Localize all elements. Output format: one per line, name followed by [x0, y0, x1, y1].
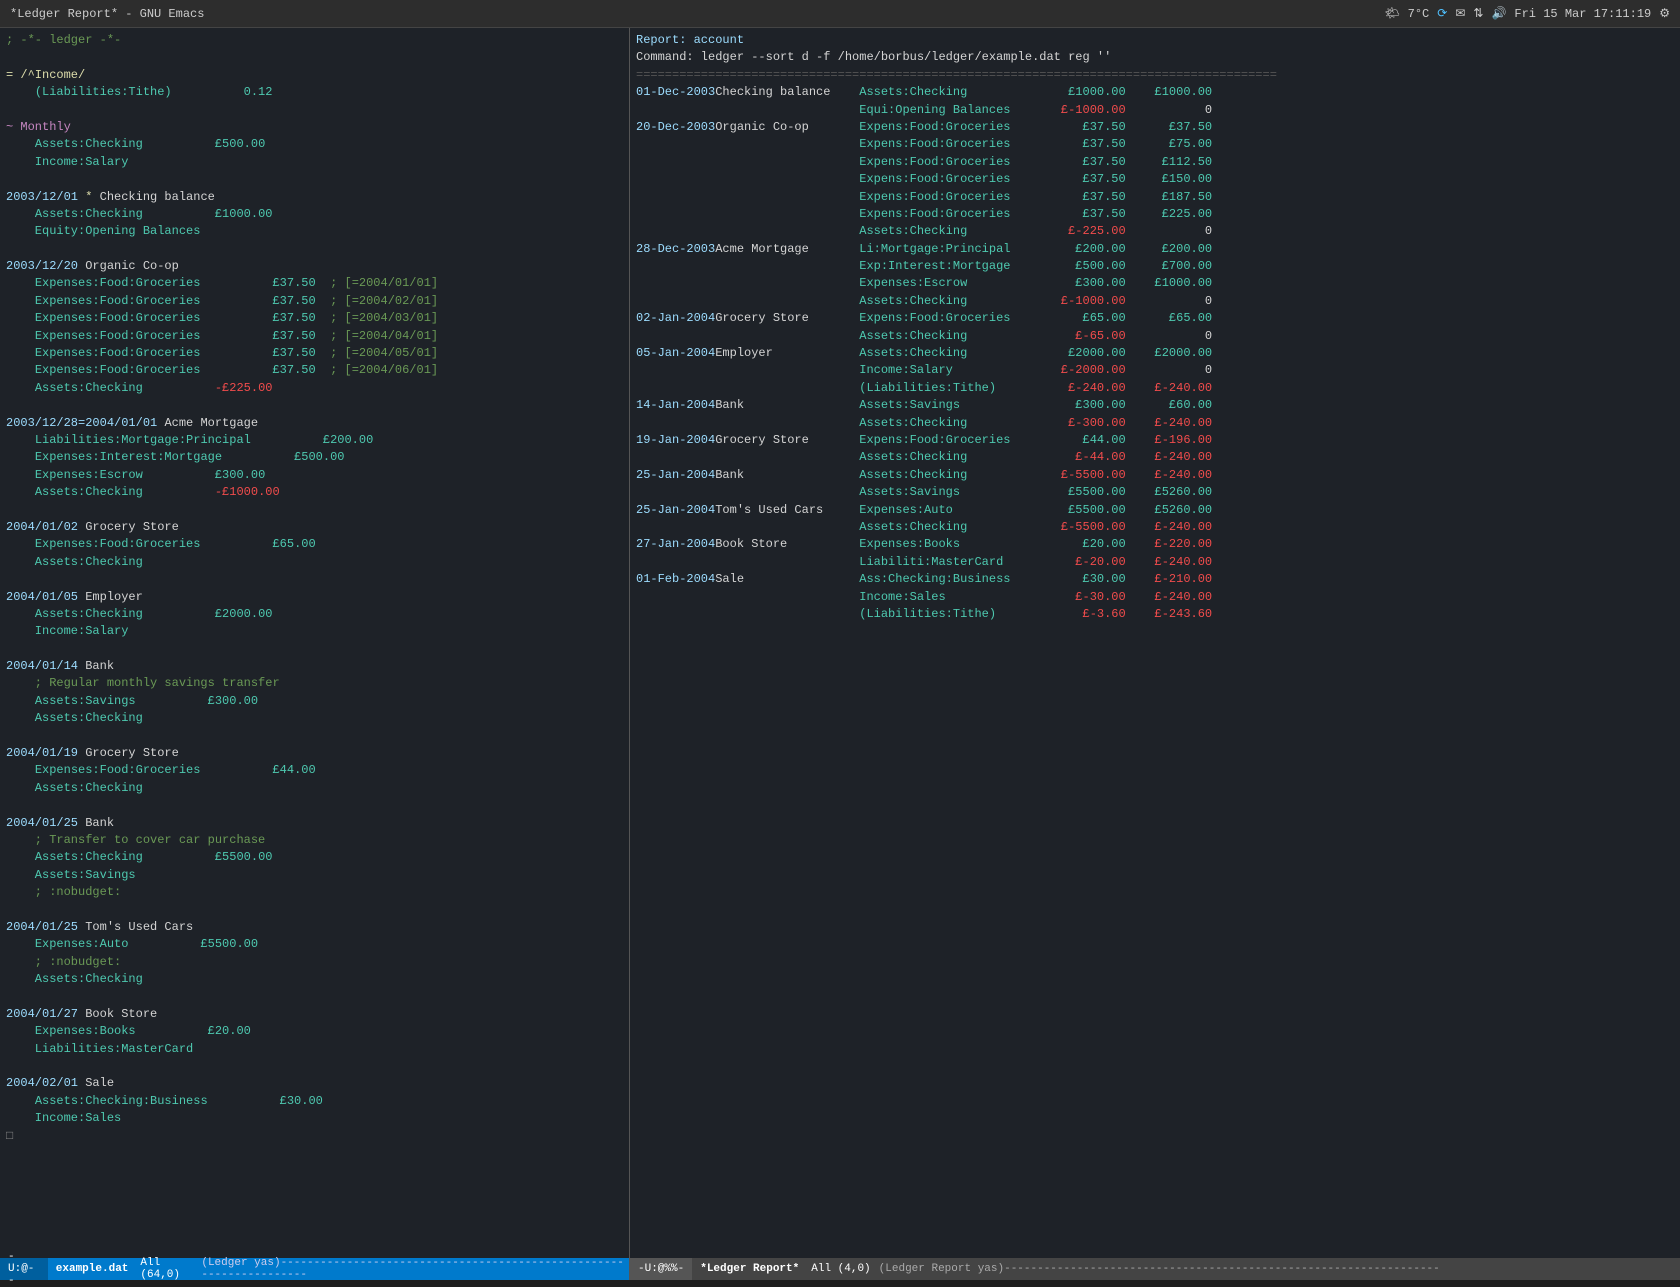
- network-icon: ⇅: [1473, 6, 1483, 21]
- bottom-area: -U:@-- example.dat All (64,0) (Ledger ya…: [0, 1258, 1680, 1280]
- right-status-extra: (Ledger Report yas)---------------------…: [875, 1263, 1444, 1275]
- weather-icon: 🌤: [1384, 6, 1399, 21]
- window-title: *Ledger Report* - GNU Emacs: [10, 7, 204, 21]
- refresh-icon[interactable]: ⟳: [1437, 6, 1447, 21]
- left-status-bar: -U:@-- example.dat All (64,0) (Ledger ya…: [0, 1258, 630, 1280]
- right-status-filename: *Ledger Report*: [692, 1263, 807, 1275]
- left-status-filename: example.dat: [48, 1263, 137, 1275]
- right-pane: Report: account Command: ledger --sort d…: [630, 28, 1680, 1258]
- report-content: Report: account Command: ledger --sort d…: [630, 28, 1680, 1258]
- left-pane: ; -*- ledger -*- = /^Income/ (Liabilitie…: [0, 28, 630, 1258]
- left-status-extra: (Ledger yas)----------------------------…: [197, 1257, 629, 1281]
- settings-icon[interactable]: ⚙: [1659, 6, 1670, 21]
- editor-text: ; -*- ledger -*- = /^Income/ (Liabilitie…: [6, 32, 623, 1145]
- title-bar: *Ledger Report* - GNU Emacs 🌤 7°C ⟳ ✉ ⇅ …: [0, 0, 1680, 28]
- right-status-position: All (4,0): [807, 1263, 874, 1275]
- left-status-position: All (64,0): [136, 1257, 197, 1281]
- temperature: 7°C: [1408, 7, 1430, 21]
- title-bar-right: 🌤 7°C ⟳ ✉ ⇅ 🔊 Fri 15 Mar 17:11:19 ⚙: [1384, 6, 1670, 21]
- datetime: Fri 15 Mar 17:11:19: [1514, 7, 1651, 21]
- mail-icon[interactable]: ✉: [1455, 6, 1465, 21]
- editor-content[interactable]: ; -*- ledger -*- = /^Income/ (Liabilitie…: [0, 28, 629, 1258]
- left-status-mode: -U:@--: [0, 1258, 48, 1280]
- report-text: Report: account Command: ledger --sort d…: [636, 32, 1674, 623]
- right-status-mode: -U:@%%-: [630, 1258, 692, 1280]
- main-area: ; -*- ledger -*- = /^Income/ (Liabilitie…: [0, 28, 1680, 1258]
- volume-icon[interactable]: 🔊: [1491, 6, 1506, 21]
- right-status-bar: -U:@%%- *Ledger Report* All (4,0) (Ledge…: [630, 1258, 1680, 1280]
